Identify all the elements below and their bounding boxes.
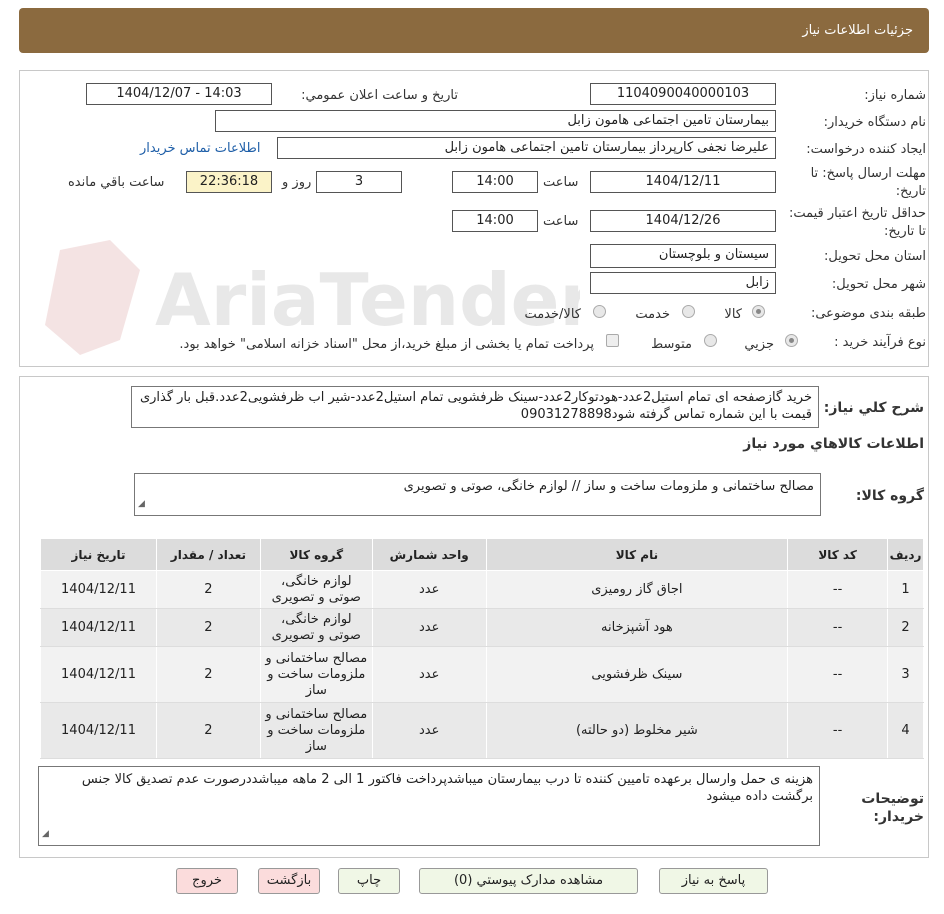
col-date-header: تاريخ نياز: [40, 538, 157, 571]
page-title: جزئیات اطلاعات نیاز: [802, 23, 913, 38]
announce-date-field: 1404/12/07 - 14:03: [86, 83, 272, 105]
validity-label: حداقل تاريخ اعتبار قيمت: تا تاريخ:: [788, 206, 926, 239]
treasury-checkbox[interactable]: [606, 334, 619, 347]
buyer-notes-box: هزینه ی حمل وارسال برعهده تامیین کننده ت…: [38, 766, 820, 846]
need-description-box: خرید گازصفحه ای تمام استیل2عدد-هودتوکار2…: [131, 386, 819, 428]
category-label: طبقه بندی موضوعی:: [810, 306, 926, 321]
col-group-header: گروه کالا: [259, 538, 373, 571]
resize-grip-icon[interactable]: ◢: [138, 496, 145, 513]
cell-row: 2: [887, 608, 924, 647]
exit-button[interactable]: خروج: [176, 868, 238, 894]
cell-date: 1404/12/11: [40, 608, 157, 647]
cell-name: هود آشپزخانه: [485, 608, 789, 647]
validity-time-field: 14:00: [452, 210, 538, 232]
days-label: روز و: [282, 175, 312, 190]
category-both-label: کالا/خدمت: [524, 307, 581, 322]
col-code-header: کد کالا: [787, 538, 889, 571]
goods-info-title: اطلاعات کالاهاي مورد نياز: [743, 436, 924, 452]
remaining-time-label: ساعت باقي مانده: [68, 175, 165, 190]
need-number-field: 1104090040000103: [590, 83, 776, 105]
cell-row: 4: [887, 702, 924, 759]
category-service-label: خدمت: [635, 307, 670, 322]
city-field: زابل: [590, 272, 776, 294]
buyer-notes-label: توضيحات خريدار:: [861, 791, 924, 825]
category-service-radio[interactable]: [682, 305, 695, 318]
cell-date: 1404/12/11: [40, 702, 157, 759]
goods-table: رديف کد کالا نام کالا واحد شمارش گروه کا…: [40, 538, 924, 759]
deadline-label: مهلت ارسال پاسخ: تا تاريخ:: [810, 166, 926, 199]
process-type-label: نوع فرآیند خرید :: [834, 335, 926, 350]
cell-group: لوازم خانگی، صوتی و تصویری: [259, 570, 373, 609]
cell-row: 3: [887, 646, 924, 703]
need-description-label: شرح کلي نياز:: [823, 400, 924, 416]
creator-label: ايجاد کننده درخواست:: [806, 142, 926, 157]
category-goods-radio[interactable]: [752, 305, 765, 318]
category-both-radio[interactable]: [593, 305, 606, 318]
col-qty-header: تعداد / مقدار: [156, 538, 261, 571]
cell-name: سینک ظرفشویی: [485, 646, 789, 703]
cell-unit: عدد: [371, 608, 487, 647]
cell-unit: عدد: [371, 646, 487, 703]
col-name-header: نام کالا: [485, 538, 789, 571]
col-row-header: رديف: [887, 538, 924, 571]
deadline-time-field: 14:00: [452, 171, 538, 193]
cell-date: 1404/12/11: [40, 646, 157, 703]
cell-date: 1404/12/11: [40, 570, 157, 609]
validity-date-field: 1404/12/26: [590, 210, 776, 232]
table-row: 1 -- اجاق گاز رومیزی عدد لوازم خانگی، صو…: [40, 570, 924, 609]
cell-code: --: [787, 570, 889, 609]
remaining-time-field: 22:36:18: [186, 171, 272, 193]
cell-unit: عدد: [371, 702, 487, 759]
validity-time-label: ساعت: [543, 214, 579, 229]
buyer-org-label: نام دستگاه خريدار:: [823, 115, 926, 130]
cell-group: مصالح ساختمانی و ملزومات ساخت و ساز: [259, 702, 373, 759]
table-row: 2 -- هود آشپزخانه عدد لوازم خانگی، صوتی …: [40, 608, 924, 647]
deadline-time-label: ساعت: [543, 175, 579, 190]
province-field: سیستان و بلوچستان: [590, 244, 776, 268]
table-header-row: رديف کد کالا نام کالا واحد شمارش گروه کا…: [40, 538, 924, 571]
attachments-button[interactable]: مشاهده مدارک پيوستي (0): [419, 868, 638, 894]
cell-code: --: [787, 702, 889, 759]
cell-qty: 2: [156, 570, 261, 609]
goods-group-label: گروه کالا:: [855, 488, 924, 504]
table-row: 3 -- سینک ظرفشویی عدد مصالح ساختمانی و م…: [40, 646, 924, 703]
back-button[interactable]: بازگشت: [258, 868, 320, 894]
cell-name: شیر مخلوط (دو حالته): [485, 702, 789, 759]
deadline-date-field: 1404/12/11: [590, 171, 776, 193]
buyer-org-field: بیمارستان تامین اجتماعی هامون زابل: [215, 110, 776, 132]
province-label: استان محل تحويل:: [824, 249, 926, 264]
cell-unit: عدد: [371, 570, 487, 609]
process-minor-label: جزیي: [744, 337, 774, 352]
cell-row: 1: [887, 570, 924, 609]
reply-button[interactable]: پاسخ به نياز: [659, 868, 768, 894]
buyer-notes-text: هزینه ی حمل وارسال برعهده تامیین کننده ت…: [81, 772, 813, 804]
need-number-label: شماره نياز:: [864, 88, 926, 103]
cell-code: --: [787, 608, 889, 647]
cell-group: لوازم خانگی، صوتی و تصویری: [259, 608, 373, 647]
process-medium-radio[interactable]: [704, 334, 717, 347]
process-medium-label: متوسط: [651, 337, 692, 352]
treasury-note: پرداخت تمام یا بخشی از مبلغ خرید،از محل …: [179, 337, 594, 352]
buyer-contact-link[interactable]: اطلاعات تماس خريدار: [140, 141, 260, 156]
creator-field: علیرضا نجفی کارپرداز بیمارستان تامین اجت…: [277, 137, 776, 159]
col-unit-header: واحد شمارش: [371, 538, 487, 571]
announce-date-label: تاريخ و ساعت اعلان عمومي:: [301, 88, 458, 103]
cell-qty: 2: [156, 608, 261, 647]
cell-qty: 2: [156, 702, 261, 759]
days-remaining-field: 3: [316, 171, 402, 193]
category-goods-label: کالا: [724, 307, 742, 322]
print-button[interactable]: چاپ: [338, 868, 400, 894]
cell-name: اجاق گاز رومیزی: [485, 570, 789, 609]
table-row: 4 -- شیر مخلوط (دو حالته) عدد مصالح ساخت…: [40, 702, 924, 759]
page-header: جزئیات اطلاعات نیاز: [19, 8, 929, 53]
goods-group-box: مصالح ساختمانی و ملزومات ساخت و ساز // ل…: [134, 473, 821, 516]
cell-qty: 2: [156, 646, 261, 703]
cell-code: --: [787, 646, 889, 703]
goods-group-text: مصالح ساختمانی و ملزومات ساخت و ساز // ل…: [403, 479, 814, 494]
watermark-text: AriaTender.neT: [155, 258, 580, 342]
cell-group: مصالح ساختمانی و ملزومات ساخت و ساز: [259, 646, 373, 703]
process-minor-radio[interactable]: [785, 334, 798, 347]
city-label: شهر محل تحويل:: [831, 277, 926, 292]
resize-grip-icon[interactable]: ◢: [42, 826, 49, 843]
